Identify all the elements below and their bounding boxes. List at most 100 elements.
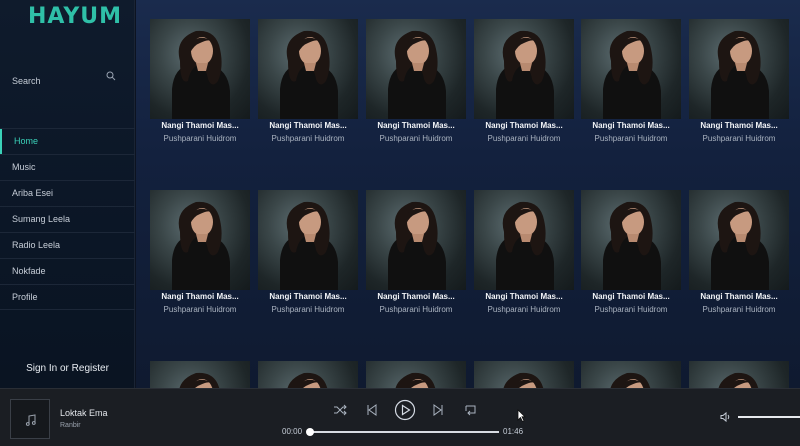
- progress-bar[interactable]: [309, 431, 499, 433]
- song-card[interactable]: Nangi Thamoi Mas... Pushparani Huidrom: [366, 19, 466, 143]
- song-card[interactable]: [150, 361, 250, 388]
- artist-portrait-icon: [496, 201, 554, 290]
- song-card[interactable]: Nangi Thamoi Mas... Pushparani Huidrom: [366, 190, 466, 314]
- search-icon[interactable]: [106, 71, 116, 81]
- song-title[interactable]: Nangi Thamoi Mas...: [474, 292, 574, 301]
- volume-icon[interactable]: [720, 411, 732, 423]
- sidebar-item-profile[interactable]: Profile: [0, 284, 135, 310]
- song-card[interactable]: Nangi Thamoi Mas... Pushparani Huidrom: [258, 190, 358, 314]
- artist-portrait-icon: [172, 30, 230, 119]
- song-title[interactable]: Nangi Thamoi Mas...: [689, 292, 789, 301]
- artist-portrait-icon: [395, 372, 436, 388]
- song-artist: Pushparani Huidrom: [594, 134, 668, 143]
- search-box[interactable]: Search: [12, 71, 122, 86]
- song-card[interactable]: Nangi Thamoi Mas... Pushparani Huidrom: [474, 190, 574, 314]
- song-card[interactable]: [366, 361, 466, 388]
- play-icon[interactable]: [394, 399, 416, 421]
- song-card[interactable]: Nangi Thamoi Mas... Pushparani Huidrom: [581, 190, 681, 314]
- sidebar: HAYUM Search Home Music Ariba Esei Suman…: [0, 0, 135, 388]
- artist-portrait-icon: [503, 372, 544, 388]
- song-card[interactable]: [581, 361, 681, 388]
- song-card[interactable]: [474, 361, 574, 388]
- volume-slider[interactable]: [738, 416, 800, 418]
- song-title[interactable]: Nangi Thamoi Mas...: [150, 121, 250, 130]
- song-artist: Pushparani Huidrom: [487, 305, 561, 314]
- song-artist: Pushparani Huidrom: [487, 134, 561, 143]
- song-title[interactable]: Nangi Thamoi Mas...: [474, 121, 574, 130]
- song-title[interactable]: Nangi Thamoi Mas...: [689, 121, 789, 130]
- sidebar-item-radio-leela[interactable]: Radio Leela: [0, 232, 135, 258]
- artist-portrait-icon: [496, 30, 554, 119]
- song-thumbnail[interactable]: [258, 190, 358, 290]
- track-cover: [10, 399, 50, 439]
- track-title: Loktak Ema: [60, 408, 108, 418]
- artist-portrait-icon: [388, 201, 446, 290]
- song-card[interactable]: Nangi Thamoi Mas... Pushparani Huidrom: [689, 190, 789, 314]
- song-title[interactable]: Nangi Thamoi Mas...: [150, 292, 250, 301]
- elapsed-time: 00:00: [282, 427, 303, 436]
- content-grid: Nangi Thamoi Mas... Pushparani Huidrom Nan…: [136, 0, 800, 388]
- song-card[interactable]: [258, 361, 358, 388]
- artist-portrait-icon: [280, 201, 338, 290]
- song-thumbnail[interactable]: [366, 361, 466, 388]
- song-artist: Pushparani Huidrom: [702, 134, 776, 143]
- song-card[interactable]: Nangi Thamoi Mas... Pushparani Huidrom: [689, 19, 789, 143]
- next-icon[interactable]: [432, 402, 444, 418]
- song-title[interactable]: Nangi Thamoi Mas...: [258, 121, 358, 130]
- song-title[interactable]: Nangi Thamoi Mas...: [581, 121, 681, 130]
- song-thumbnail[interactable]: [474, 361, 574, 388]
- song-title[interactable]: Nangi Thamoi Mas...: [366, 121, 466, 130]
- song-thumbnail[interactable]: [689, 19, 789, 119]
- song-artist: Pushparani Huidrom: [379, 305, 453, 314]
- song-thumbnail[interactable]: [474, 19, 574, 119]
- song-artist: Pushparani Huidrom: [271, 134, 345, 143]
- artist-portrait-icon: [179, 372, 220, 388]
- artist-portrait-icon: [711, 30, 769, 119]
- song-thumbnail[interactable]: [366, 19, 466, 119]
- sidebar-item-nokfade[interactable]: Nokfade: [0, 258, 135, 284]
- song-card[interactable]: Nangi Thamoi Mas... Pushparani Huidrom: [474, 19, 574, 143]
- song-thumbnail[interactable]: [366, 190, 466, 290]
- song-card[interactable]: Nangi Thamoi Mas... Pushparani Huidrom: [150, 19, 250, 143]
- artist-portrait-icon: [718, 372, 759, 388]
- song-artist: Pushparani Huidrom: [163, 134, 237, 143]
- duration-time: 01:46: [503, 427, 524, 436]
- song-thumbnail[interactable]: [581, 19, 681, 119]
- song-card[interactable]: Nangi Thamoi Mas... Pushparani Huidrom: [581, 19, 681, 143]
- sign-in-link[interactable]: Sign In or Register: [0, 363, 135, 374]
- song-card[interactable]: Nangi Thamoi Mas... Pushparani Huidrom: [150, 190, 250, 314]
- artist-portrait-icon: [172, 201, 230, 290]
- song-thumbnail[interactable]: [258, 361, 358, 388]
- player-bar: Loktak Ema Ranbir: [0, 388, 800, 446]
- song-artist: Pushparani Huidrom: [163, 305, 237, 314]
- song-thumbnail[interactable]: [581, 190, 681, 290]
- music-note-icon: [25, 414, 36, 426]
- sidebar-item-home[interactable]: Home: [0, 128, 135, 154]
- song-title[interactable]: Nangi Thamoi Mas...: [581, 292, 681, 301]
- artist-portrait-icon: [280, 30, 338, 119]
- sidebar-item-ariba-esei[interactable]: Ariba Esei: [0, 180, 135, 206]
- app-logo[interactable]: HAYUM: [28, 4, 122, 29]
- song-card[interactable]: Nangi Thamoi Mas... Pushparani Huidrom: [258, 19, 358, 143]
- song-thumbnail[interactable]: [689, 361, 789, 388]
- song-thumbnail[interactable]: [474, 190, 574, 290]
- song-thumbnail[interactable]: [258, 19, 358, 119]
- repeat-icon[interactable]: [464, 402, 477, 418]
- artist-portrait-icon: [603, 30, 661, 119]
- song-card[interactable]: [689, 361, 789, 388]
- sidebar-nav: Home Music Ariba Esei Sumang Leela Radio…: [0, 128, 135, 310]
- artist-portrait-icon: [388, 30, 446, 119]
- sidebar-item-sumang-leela[interactable]: Sumang Leela: [0, 206, 135, 232]
- sidebar-item-music[interactable]: Music: [0, 154, 135, 180]
- shuffle-icon[interactable]: [333, 402, 347, 418]
- song-thumbnail[interactable]: [581, 361, 681, 388]
- previous-icon[interactable]: [366, 402, 378, 418]
- song-thumbnail[interactable]: [150, 190, 250, 290]
- song-title[interactable]: Nangi Thamoi Mas...: [258, 292, 358, 301]
- song-artist: Pushparani Huidrom: [702, 305, 776, 314]
- song-title[interactable]: Nangi Thamoi Mas...: [366, 292, 466, 301]
- song-thumbnail[interactable]: [150, 361, 250, 388]
- song-thumbnail[interactable]: [689, 190, 789, 290]
- song-thumbnail[interactable]: [150, 19, 250, 119]
- progress-handle[interactable]: [306, 428, 314, 436]
